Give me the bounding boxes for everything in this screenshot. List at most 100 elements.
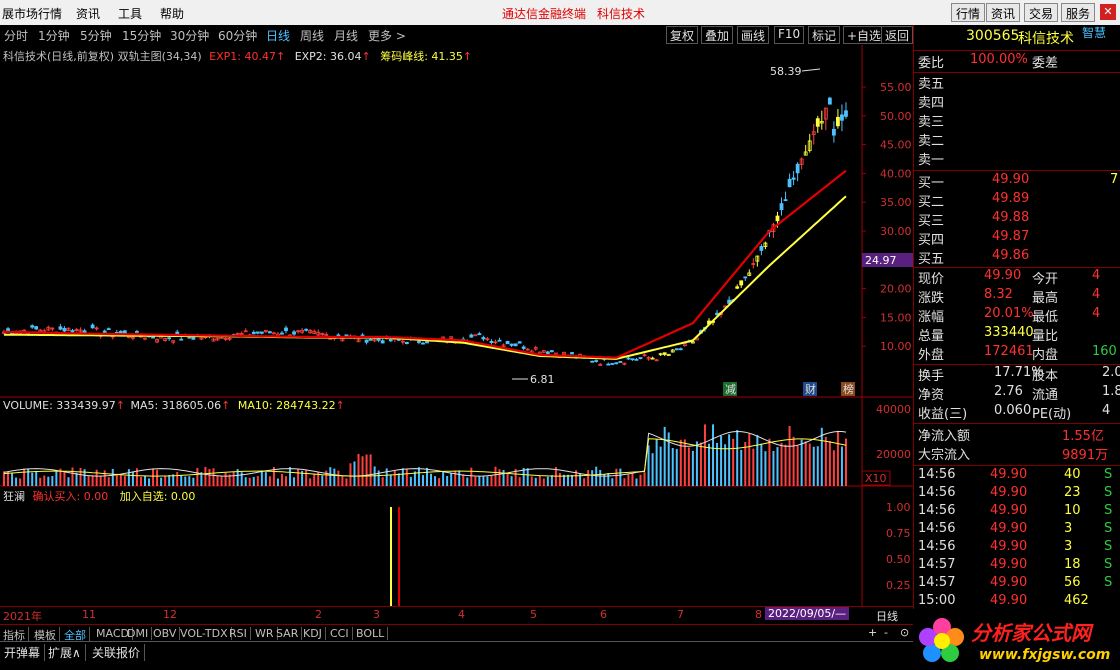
watermark-logo: 分析家公式网 www.fxjgsw.com — [913, 609, 1120, 670]
volume-bar — [486, 476, 489, 486]
volume-bar — [796, 445, 799, 486]
flow-row: 净流入额 1.55亿 — [914, 425, 1120, 444]
candle-body — [481, 337, 486, 340]
period-weekly[interactable]: 周线 — [300, 27, 324, 44]
high-arrow — [801, 68, 821, 72]
tick-side: S — [1104, 485, 1113, 500]
tab-cci[interactable]: CCI — [330, 627, 353, 640]
period-daily[interactable]: 日线 — [266, 27, 290, 44]
candle-body — [791, 177, 796, 180]
tick-time: 14:56 — [918, 503, 956, 518]
sell-row: 卖四 — [914, 92, 1120, 111]
back-button[interactable]: 返回 — [881, 26, 913, 44]
period-15min[interactable]: 15分钟 — [122, 27, 161, 44]
flow-row: 大宗流入 9891万 — [914, 444, 1120, 463]
buy-row: 买四 49.87 — [914, 229, 1120, 248]
buy-level-label: 买一 — [918, 176, 945, 191]
period-monthly[interactable]: 月线 — [334, 27, 358, 44]
period-60min[interactable]: 60分钟 — [218, 27, 257, 44]
tick-price: 49.90 — [990, 467, 1028, 482]
candle-body — [743, 276, 748, 279]
danmaku-button[interactable]: 开弹幕 — [0, 644, 46, 661]
flow-label: 大宗流入 — [918, 448, 971, 463]
mark-button[interactable]: 标记 — [808, 26, 841, 44]
period-more[interactable]: 更多 > — [368, 27, 406, 44]
tick-side: S — [1104, 467, 1113, 482]
kline-chart[interactable]: 55.0050.0045.0040.0035.0030.0025.0020.00… — [0, 45, 913, 606]
date-label-8: 8 — [755, 608, 762, 621]
adjust-button[interactable]: 复权 — [666, 26, 699, 44]
top-button-service[interactable]: 服务 — [1061, 3, 1096, 22]
tick-time: 14:56 — [918, 539, 956, 554]
tab-obv[interactable]: OBV — [153, 627, 181, 640]
volume-bar — [748, 433, 751, 486]
menu-help[interactable]: 帮助 — [160, 5, 184, 22]
volume-bar — [204, 466, 207, 486]
top-button-news[interactable]: 资讯 — [986, 3, 1021, 22]
tab-rsi[interactable]: RSI — [229, 627, 251, 640]
buy-row: 买五 49.86 — [914, 248, 1120, 267]
period-5min[interactable]: 5分钟 — [80, 27, 112, 44]
tab-sar[interactable]: SAR — [276, 627, 303, 640]
top-button-quote[interactable]: 行情 — [951, 3, 986, 22]
volume-bar — [148, 478, 151, 486]
buy-row: 买一 49.90 7 — [914, 172, 1120, 191]
candle-body — [404, 341, 409, 344]
tick-price: 49.90 — [990, 557, 1028, 572]
volume-bar — [27, 468, 30, 486]
buy-price: 49.87 — [992, 229, 1030, 244]
tab-boll[interactable]: BOLL — [356, 627, 389, 640]
date-label-12: 12 — [163, 608, 177, 621]
add-favorite-button[interactable]: +自选 — [843, 26, 886, 44]
zoom-out-button[interactable]: - — [884, 626, 888, 639]
expand-button[interactable]: 扩展∧ — [44, 644, 86, 661]
menu-market[interactable]: 展市场行情 — [2, 5, 62, 22]
date-label-2021: 2021年 — [3, 610, 42, 623]
candle-body — [388, 339, 393, 342]
volume-bar — [502, 469, 505, 486]
candle-body — [102, 330, 107, 333]
volume-bar — [518, 477, 521, 486]
volume-bar — [736, 430, 739, 486]
menu-tools[interactable]: 工具 — [118, 5, 142, 22]
tab-vol-tdx[interactable]: VOL-TDX — [180, 627, 232, 640]
volume-bar — [188, 476, 191, 486]
volume-bar — [289, 467, 292, 486]
volume-bar — [820, 427, 823, 486]
quote-label-2: 今开 — [1032, 272, 1059, 287]
menu-news[interactable]: 资讯 — [76, 5, 100, 22]
top-button-trade[interactable]: 交易 — [1024, 3, 1059, 22]
candle-body — [614, 362, 619, 365]
volume-bar — [659, 446, 662, 486]
tab-dmi[interactable]: DMI — [127, 627, 153, 640]
zoom-in-button[interactable]: + — [868, 626, 877, 639]
candle-body — [82, 330, 87, 333]
close-icon[interactable]: ✕ — [1100, 4, 1116, 20]
volume-bar — [651, 453, 654, 486]
f10-button[interactable]: F10 — [774, 26, 805, 44]
period-minute-timeshare[interactable]: 分时 — [4, 27, 28, 44]
quote-row: 总量 333440 量比 — [914, 325, 1120, 344]
quote-label: 外盘 — [918, 348, 945, 363]
volume-bar — [462, 474, 465, 486]
finance-value: 0.060 — [994, 403, 1032, 418]
smart-badge[interactable]: 智慧 — [1082, 24, 1106, 41]
volume-bar — [139, 476, 142, 486]
volume-bar — [482, 476, 485, 486]
draw-button[interactable]: 画线 — [737, 26, 770, 44]
tab-wr[interactable]: WR — [255, 627, 278, 640]
candle-body — [513, 343, 518, 347]
period-1min[interactable]: 1分钟 — [38, 27, 70, 44]
period-30min[interactable]: 30分钟 — [170, 27, 209, 44]
volume-bar — [474, 476, 477, 486]
candle-body — [477, 333, 482, 336]
volume-bar — [107, 477, 110, 486]
reset-icon[interactable]: ⊙ — [900, 626, 909, 639]
quote-label: 总量 — [918, 329, 945, 344]
event-label-b: 财 — [805, 382, 816, 396]
overlay-button[interactable]: 叠加 — [701, 26, 734, 44]
tab-kdj[interactable]: KDJ — [303, 627, 326, 640]
volume-bar — [764, 451, 767, 486]
related-quote-button[interactable]: 关联报价 — [88, 644, 146, 661]
buy-level-label: 买三 — [918, 214, 945, 229]
